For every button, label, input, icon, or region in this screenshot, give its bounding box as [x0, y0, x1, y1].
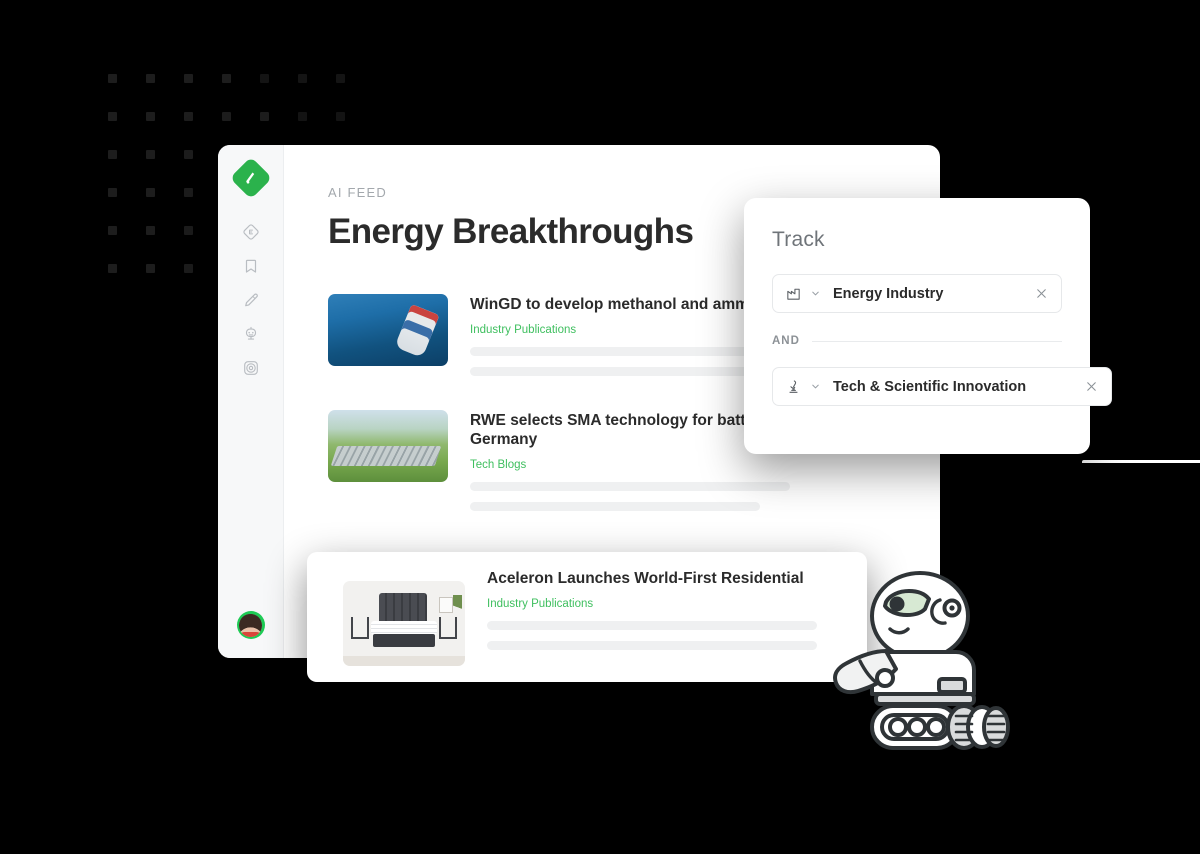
article-excerpt-placeholder	[470, 481, 790, 491]
track-panel: Track Energy Industry AND Tech & Scienti…	[744, 198, 1112, 454]
article-excerpt-placeholder	[470, 501, 760, 511]
sidebar-item-notes-highlights[interactable]	[234, 283, 268, 317]
article-thumbnail	[328, 409, 448, 482]
article-source[interactable]: Industry Publications	[487, 598, 847, 610]
article-excerpt-placeholder	[487, 620, 817, 630]
article-excerpt-placeholder	[470, 346, 790, 356]
microscope-icon	[785, 378, 802, 395]
divider	[811, 340, 1062, 342]
sidebar	[218, 145, 284, 658]
tracked-robot-illustration	[824, 566, 1014, 762]
chevron-down-icon[interactable]	[810, 288, 821, 299]
factory-icon	[785, 285, 802, 302]
avatar[interactable]	[236, 611, 265, 639]
overlay-article-card[interactable]: Aceleron Launches World-First Residentia…	[307, 552, 867, 682]
chevron-down-icon[interactable]	[810, 381, 821, 392]
track-panel-title: Track	[772, 228, 825, 251]
and-conjunction-row: AND	[772, 335, 1062, 347]
track-chip-tech-scientific-innovation[interactable]: Tech & Scientific Innovation	[772, 367, 1112, 406]
article-source[interactable]: Tech Blogs	[470, 459, 940, 471]
close-icon[interactable]	[1084, 379, 1099, 394]
screenshot-stage: AI FEED Energy Breakthroughs WinGD to de…	[0, 0, 1200, 854]
article-excerpt-placeholder	[470, 366, 760, 376]
feedly-logo[interactable]	[229, 156, 272, 200]
close-icon[interactable]	[1034, 286, 1049, 301]
track-chip-label: Energy Industry	[833, 285, 944, 302]
article-thumbnail	[328, 294, 448, 366]
and-label: AND	[772, 335, 800, 347]
sidebar-item-discover[interactable]	[234, 215, 268, 249]
avatar-image	[239, 613, 262, 637]
article-thumbnail	[343, 581, 465, 666]
track-chip-label: Tech & Scientific Innovation	[833, 378, 1027, 395]
sidebar-item-ai-feeds[interactable]	[234, 317, 268, 351]
article-title[interactable]: Aceleron Launches World-First Residentia…	[487, 570, 847, 589]
clipped-card-edge	[1082, 460, 1200, 463]
sidebar-item-help[interactable]	[234, 351, 268, 385]
track-chip-energy-industry[interactable]: Energy Industry	[772, 274, 1062, 313]
sidebar-item-read-later[interactable]	[234, 249, 268, 283]
article-excerpt-placeholder	[487, 640, 817, 650]
